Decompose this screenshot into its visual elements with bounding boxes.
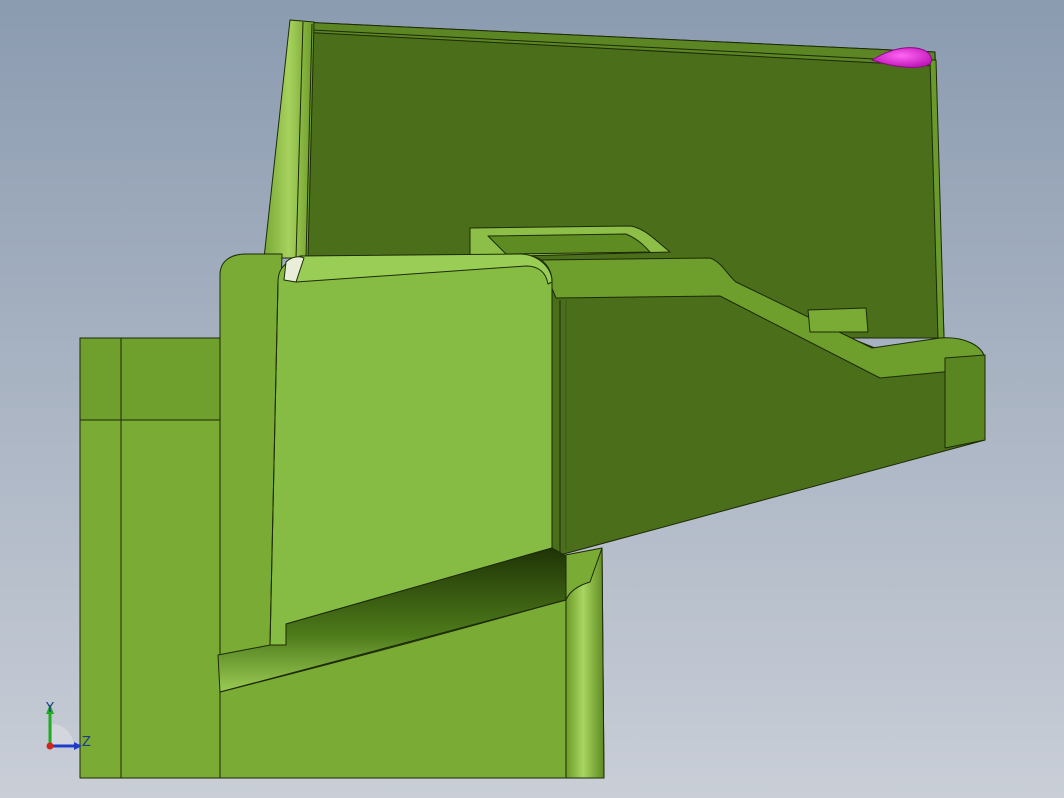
x-axis-dot: [46, 742, 54, 750]
cad-scene[interactable]: Y Z: [0, 0, 1064, 798]
slant-right-face: [944, 354, 986, 449]
cad-viewport[interactable]: Y Z: [0, 0, 1064, 798]
base-block-top-face: [79, 337, 221, 421]
z-axis-label: Z: [82, 735, 91, 750]
right-notch: [807, 307, 869, 333]
top-slot-inner: [487, 233, 651, 255]
y-axis-label: Y: [45, 701, 54, 716]
